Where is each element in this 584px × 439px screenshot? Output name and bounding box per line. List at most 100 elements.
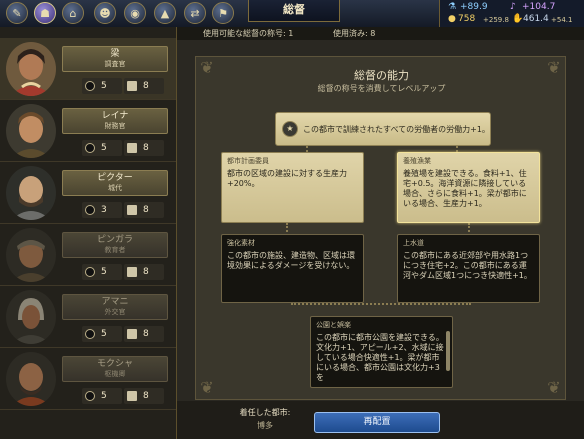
ornament-icon: ❦ — [547, 378, 561, 397]
tree-connector — [291, 303, 471, 305]
flag-icon — [127, 81, 137, 91]
culture-icon: ♪ — [510, 2, 516, 12]
governor-name: モクシャ — [96, 359, 133, 369]
governor-row-victor[interactable]: ピクター 城代 3 8 — [0, 162, 176, 224]
promotion-icon — [85, 205, 95, 215]
governor-portrait — [6, 166, 56, 220]
flags-count: 8 — [124, 264, 164, 280]
governor-name: アマニ — [101, 297, 129, 307]
governor-nameplate: アマニ 外交官 — [62, 294, 168, 320]
governor-row-moksha[interactable]: モクシャ 枢機卿 5 8 — [0, 348, 176, 410]
panel-title: 総督の能力 — [354, 69, 409, 82]
flag-icon — [127, 205, 137, 215]
governor-row-amani[interactable]: アマニ 外交官 5 8 — [0, 286, 176, 348]
governor-title-status: 使用可能な総督の称号: 1 使用済み: 8 — [176, 27, 584, 40]
governor-nameplate: モクシャ 枢機卿 — [62, 356, 168, 382]
governor-title: 枢機卿 — [104, 370, 126, 378]
governor-title: 城代 — [108, 184, 122, 192]
ability-description: 都市の区域の建設に対する生産力+20%。 — [227, 169, 347, 188]
used-titles: 使用済み: 8 — [333, 29, 376, 38]
ability-card-reinforced-materials[interactable]: 強化素材 この都市の施設、建造物、区域は環境効果によるダメージを受けない。 — [221, 234, 364, 303]
governor-portrait — [6, 228, 56, 282]
root-ability-text: この都市で訓練されたすべての労働者の労働力+1。 — [303, 125, 490, 134]
governor-promotion-icon: ★ — [282, 121, 298, 137]
ability-card-water-works[interactable]: 上水道 この都市にある近郊部や用水路1つにつき住宅+2。この都市にある運河やダム… — [397, 234, 540, 303]
flag-icon — [127, 391, 137, 401]
ability-description: この都市にある近郊部や用水路1つにつき住宅+2。この都市にある運河やダム区域1つ… — [403, 251, 532, 280]
reassign-button[interactable]: 再配置 — [314, 412, 440, 433]
ability-description: 養殖場を建設できる。食料+1、住宅+0.5。海洋資源に隣接している場合、さらに食… — [403, 169, 527, 208]
governor-nameplate: レイナ 財務官 — [62, 108, 168, 134]
ability-card-parks-recreation[interactable]: 公園と娯楽 この都市に都市公園を建設できる。文化力+1、アピール+2、水域に接し… — [310, 316, 453, 388]
ability-name: 養殖漁業 — [403, 157, 431, 165]
great-people-icon[interactable]: ☻ — [94, 2, 116, 24]
faith-yield: 461.4 — [523, 14, 549, 24]
religion-icon[interactable]: ☗ — [34, 2, 56, 24]
yields-panel: ⚗ +89.9 ♪ +104.7 ● 758 +259.8 ✋ 461.4 +5… — [439, 0, 584, 27]
governor-title: 教育者 — [104, 246, 126, 254]
ability-card-aquaculture[interactable]: 養殖漁業 養殖場を建設できる。食料+1、住宅+0.5。海洋資源に隣接している場合… — [397, 152, 540, 223]
promotions-count: 5 — [82, 264, 122, 280]
promotions-count: 5 — [82, 326, 122, 342]
ability-name: 都市計画委員 — [227, 157, 269, 165]
flags-count: 8 — [124, 140, 164, 156]
governor-nameplate: ピンガラ 教育者 — [62, 232, 168, 258]
ability-name: 上水道 — [403, 239, 424, 247]
governor-name: レイナ — [101, 111, 129, 121]
governor-portrait — [6, 290, 56, 344]
promotion-icon — [85, 81, 95, 91]
flags-count: 8 — [124, 326, 164, 342]
top-bar: ✎ ☗ ⌂ ☻ ◉ ▲ ⇄ ⚑ 総督 ⚗ +89.9 ♪ +104.7 ● 75… — [0, 0, 584, 28]
gold-yield: 758 — [458, 14, 476, 24]
promotions-count: 5 — [82, 140, 122, 156]
card-scrollbar[interactable] — [446, 331, 450, 371]
assigned-city-name: 博多 — [257, 421, 273, 430]
government-icon[interactable]: ⌂ — [62, 2, 84, 24]
governor-nameplate: ピクター 城代 — [62, 170, 168, 196]
governor-icon[interactable]: ⚑ — [212, 2, 234, 24]
governor-name: 梁 — [110, 49, 120, 59]
promotion-icon — [85, 391, 95, 401]
page-title: 総督 — [248, 0, 340, 22]
governor-portrait — [6, 42, 56, 96]
ability-card-city-planning[interactable]: 都市計画委員 都市の区域の建設に対する生産力+20%。 — [221, 152, 364, 223]
governor-portrait — [6, 352, 56, 406]
promotion-icon — [85, 143, 95, 153]
bottom-bar: 着任した都市: 博多 再配置 — [177, 401, 584, 439]
gold-icon: ● — [448, 14, 456, 24]
flags-count: 8 — [124, 388, 164, 404]
faith-rate: +54.1 — [551, 16, 573, 24]
ornament-icon: ❦ — [200, 378, 214, 397]
assigned-city-label: 着任した都市: — [239, 408, 291, 417]
gold-rate: +259.8 — [483, 16, 509, 24]
faith-icon: ✋ — [512, 14, 524, 24]
flags-count: 8 — [124, 78, 164, 94]
ability-name: 公園と娯楽 — [316, 321, 351, 329]
great-works-icon[interactable]: ◉ — [124, 2, 146, 24]
promotions-count: 5 — [82, 388, 122, 404]
civics-icon[interactable]: ✎ — [6, 2, 28, 24]
governor-nameplate: 梁 調査官 — [62, 46, 168, 72]
science-yield: +89.9 — [460, 2, 488, 12]
root-ability-card[interactable]: ★ この都市で訓練されたすべての労働者の労働力+1。 — [275, 112, 491, 146]
climate-icon[interactable]: ▲ — [154, 2, 176, 24]
governor-name: ピンガラ — [96, 235, 133, 245]
governor-row-liang[interactable]: 梁 調査官 5 8 — [0, 38, 176, 100]
trade-route-icon[interactable]: ⇄ — [184, 2, 206, 24]
governor-row-reyna[interactable]: レイナ 財務官 5 8 — [0, 100, 176, 162]
panel-subtitle: 総督の称号を消費してレベルアップ — [317, 84, 446, 93]
governor-row-pingala[interactable]: ピンガラ 教育者 5 8 — [0, 224, 176, 286]
promotion-icon — [85, 329, 95, 339]
governor-portrait — [6, 104, 56, 158]
governor-abilities-panel: ❦ ❦ ❦ ❦ 総督の能力 総督の称号を消費してレベルアップ ★ この都市で訓練… — [177, 40, 584, 439]
governor-name: ピクター — [97, 173, 133, 183]
culture-yield: +104.7 — [522, 2, 556, 12]
ability-description: この都市の施設、建造物、区域は環境効果によるダメージを受けない。 — [227, 251, 355, 270]
flag-icon — [127, 267, 137, 277]
governor-title: 調査官 — [104, 60, 126, 68]
available-titles: 使用可能な総督の称号: 1 — [203, 29, 294, 38]
ability-description: この都市に都市公園を建設できる。文化力+1、アピール+2、水域に接している場合快… — [316, 333, 444, 382]
flags-count: 8 — [124, 202, 164, 218]
promotions-count: 5 — [82, 78, 122, 94]
governor-list: 梁 調査官 5 8 レイナ 財務官 5 8 ピクター 城代 3 8 ピンガラ 教… — [0, 27, 177, 439]
